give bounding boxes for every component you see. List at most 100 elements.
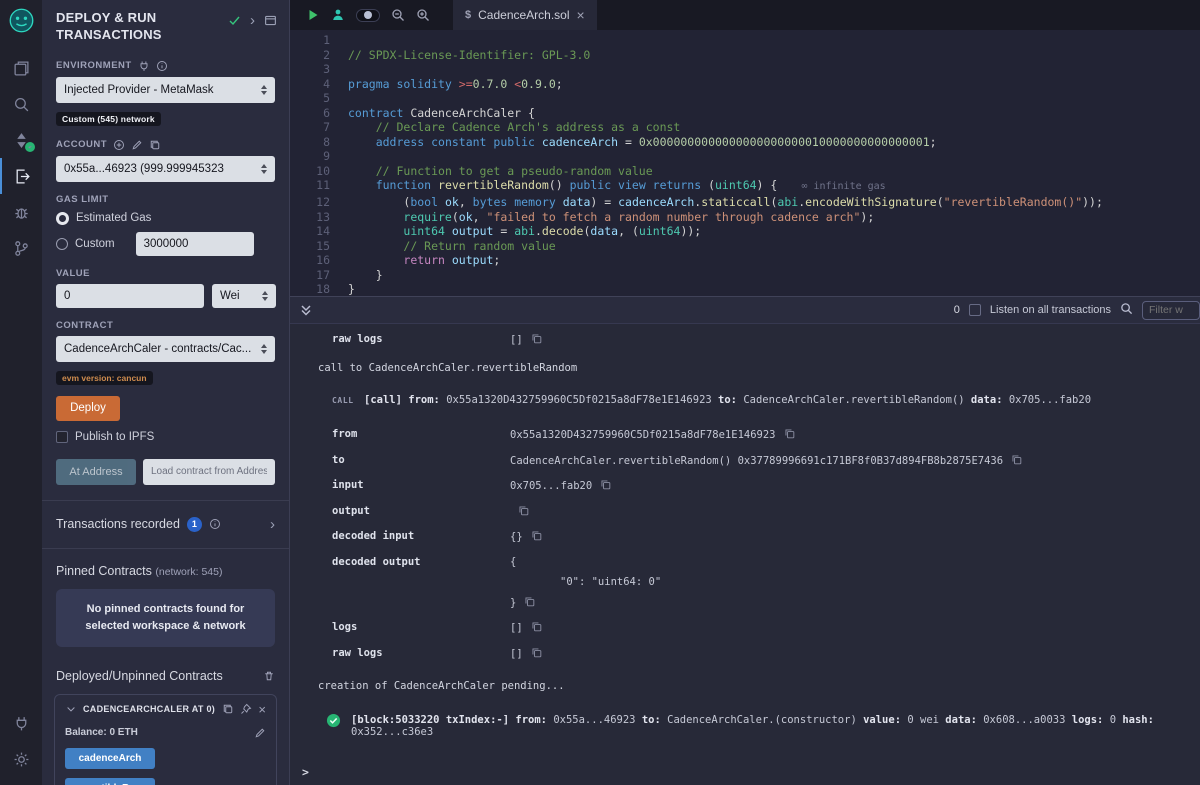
code-line: 13 require(ok, "failed to fetch a random… [290, 210, 1200, 225]
custom-gas-radio[interactable] [56, 238, 68, 250]
network-badge: Custom (545) network [56, 112, 161, 126]
plugin-manager-icon[interactable] [0, 705, 42, 741]
contract-card-header[interactable]: CADENCEARCHCALER AT 0) × [65, 703, 266, 716]
add-account-icon[interactable] [113, 139, 125, 151]
select-arrows-icon [262, 291, 268, 301]
fork-plug-icon[interactable] [138, 60, 150, 72]
debugger-icon[interactable] [0, 194, 42, 230]
copy-icon[interactable] [524, 596, 535, 607]
copy-icon[interactable] [531, 530, 542, 541]
estimated-gas-option[interactable]: Estimated Gas [56, 212, 275, 225]
run-script-icon[interactable] [306, 8, 320, 22]
environment-select[interactable]: Injected Provider - MetaMask [56, 77, 275, 103]
deploy-run-icon[interactable] [0, 158, 42, 194]
tx-detail-label: output [332, 505, 510, 517]
tab-label: CadenceArch.sol [478, 8, 569, 22]
tx-detail-value: [] [510, 333, 542, 346]
code-line: 16 return output; [290, 253, 1200, 268]
call-summary-text: [call] from: 0x55a1320D432759960C5Df0215… [364, 394, 1091, 406]
no-pinned-message: No pinned contracts found for selected w… [56, 589, 275, 647]
contract-label: CONTRACT [56, 320, 275, 331]
code-line: 8 address constant public cadenceArch = … [290, 135, 1200, 150]
popout-icon[interactable] [264, 14, 277, 27]
revertiblerandom-function-button[interactable]: revertibleRa... [65, 778, 155, 785]
code-line: 11 function revertibleRandom() public vi… [290, 178, 1200, 195]
deploy-run-panel: DEPLOY & RUN TRANSACTIONS › ENVIRONMENT … [42, 0, 290, 785]
tab-cadencearch-sol[interactable]: $ CadenceArch.sol × [453, 0, 597, 30]
tx-detail-label: logs [332, 621, 510, 633]
code-editor[interactable]: 12// SPDX-License-Identifier: GPL-3.034p… [290, 30, 1200, 296]
chevron-right-icon[interactable]: › [250, 13, 255, 28]
close-icon[interactable]: × [258, 703, 266, 716]
copy-icon[interactable] [600, 479, 611, 490]
trash-icon[interactable] [263, 670, 275, 682]
settings-icon[interactable] [0, 741, 42, 777]
copy-icon[interactable] [1011, 454, 1022, 465]
line-number: 12 [290, 195, 330, 210]
contract-select[interactable]: CadenceArchCaler - contracts/Cac... [56, 336, 275, 362]
pencil-icon[interactable] [131, 139, 143, 151]
editor-section: $ CadenceArch.sol × 12// SPDX-License-Id… [290, 0, 1200, 296]
value-input[interactable] [56, 284, 204, 308]
code-line: 4pragma solidity >=0.7.0 <0.9.0; [290, 77, 1200, 92]
remix-logo-icon[interactable] [8, 7, 35, 34]
call-intro-line: call to CadenceArchCaler.revertibleRando… [318, 362, 1200, 374]
terminal-prompt[interactable]: > [290, 759, 1200, 785]
terminal-search-icon[interactable] [1120, 302, 1133, 318]
at-address-input[interactable] [143, 459, 275, 485]
value-unit-select[interactable]: Wei [212, 284, 276, 308]
chevron-down-icon[interactable] [65, 703, 77, 715]
solidity-compiler-icon[interactable] [0, 122, 42, 158]
info-icon[interactable] [156, 60, 168, 72]
copy-icon[interactable] [531, 333, 542, 344]
gas-limit-label: GAS LIMIT [56, 194, 275, 205]
copy-icon[interactable] [784, 428, 795, 439]
line-number: 6 [290, 106, 330, 121]
transactions-recorded-row[interactable]: Transactions recorded 1 › [42, 516, 289, 533]
code-line: 18} [290, 282, 1200, 296]
deployed-contract-card: CADENCEARCHCALER AT 0) × Balance: 0 ETH … [54, 694, 277, 785]
call-summary-row[interactable]: call [call] from: 0x55a1320D432759960C5D… [318, 394, 1200, 406]
pin-icon[interactable] [240, 703, 252, 715]
pencil-icon[interactable] [254, 727, 266, 739]
terminal-collapse-icon[interactable] [300, 304, 312, 316]
info-icon[interactable] [209, 518, 221, 530]
deploy-button[interactable]: Deploy [56, 396, 120, 421]
deploy-success-row[interactable]: [block:5033220 txIndex:-] from: 0x55a...… [326, 714, 1200, 738]
zoom-in-icon[interactable] [416, 8, 430, 22]
tx-detail-label: to [332, 454, 510, 466]
select-arrows-icon [261, 344, 267, 354]
estimated-gas-radio[interactable] [56, 212, 69, 225]
copy-account-icon[interactable] [149, 139, 161, 151]
chevron-right-icon[interactable]: › [270, 516, 275, 533]
tx-detail-row: decoded input{} [318, 530, 1200, 543]
close-tab-icon[interactable]: × [577, 8, 585, 22]
copy-icon[interactable] [531, 621, 542, 632]
at-address-button[interactable]: At Address [56, 459, 136, 485]
cadencearch-function-button[interactable]: cadenceArch [65, 748, 155, 769]
tx-detail-row: raw logs [] [318, 333, 1200, 346]
copilot-toggle[interactable] [356, 9, 380, 22]
custom-gas-input[interactable] [136, 232, 254, 256]
tx-detail-row: input0x705...fab20 [318, 479, 1200, 492]
panel-title: DEPLOY & RUN TRANSACTIONS [56, 10, 206, 44]
copy-icon[interactable] [518, 505, 529, 516]
code-line: 2// SPDX-License-Identifier: GPL-3.0 [290, 48, 1200, 63]
divider [42, 548, 289, 549]
environment-label: ENVIRONMENT [56, 60, 275, 72]
line-number: 11 [290, 178, 330, 195]
custom-gas-option: Custom [56, 232, 275, 256]
publish-ipfs-checkbox[interactable] [56, 431, 68, 443]
call-badge: call [332, 396, 364, 405]
copy-icon[interactable] [222, 703, 234, 715]
line-number: 15 [290, 239, 330, 254]
git-icon[interactable] [0, 230, 42, 266]
copy-icon[interactable] [531, 647, 542, 658]
terminal-filter-input[interactable] [1142, 301, 1200, 320]
zoom-out-icon[interactable] [391, 8, 405, 22]
file-explorer-icon[interactable] [0, 50, 42, 86]
copilot-icon[interactable] [331, 8, 345, 22]
search-icon[interactable] [0, 86, 42, 122]
account-select[interactable]: 0x55a...46923 (999.999945323 [56, 156, 275, 182]
listen-checkbox[interactable] [969, 304, 981, 316]
